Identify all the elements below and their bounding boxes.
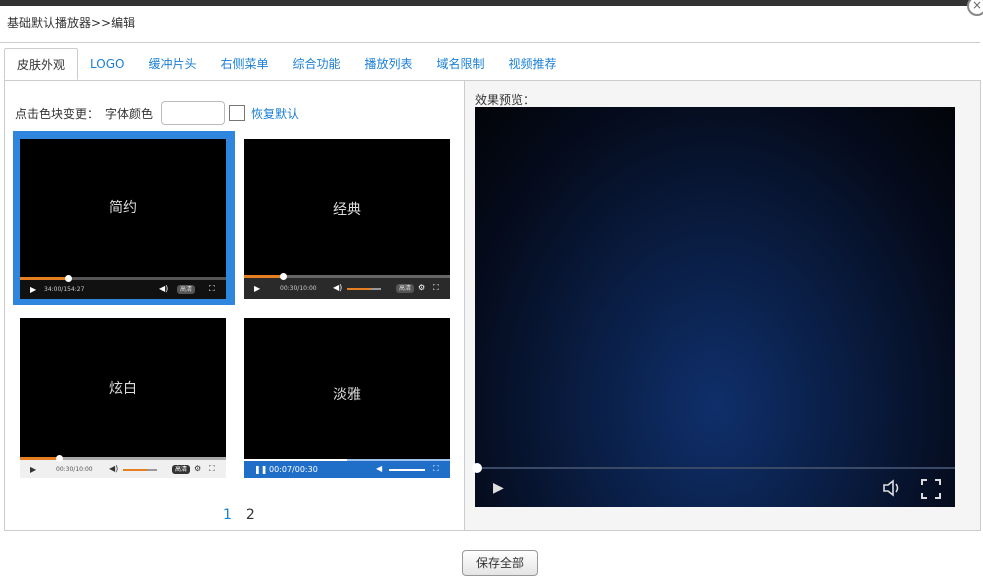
fullscreen-icon: ⛶ — [209, 284, 215, 293]
volume-slider — [123, 469, 157, 471]
tab-playlist[interactable]: 播放列表 — [353, 48, 425, 80]
color-swatch[interactable] — [229, 105, 246, 121]
reset-default-link[interactable]: 恢复默认 — [251, 105, 299, 122]
time-display: 00:07/00:30 — [269, 465, 318, 474]
quality-badge: 高清 — [172, 465, 191, 474]
volume-slider — [347, 288, 381, 290]
skin-name: 炫白 — [109, 381, 137, 397]
volume-fill — [347, 288, 371, 290]
progress-track — [244, 459, 450, 461]
volume-icon[interactable] — [881, 477, 903, 499]
skin-card-classic[interactable]: 经典 ▶ 00:30/10:00 ◀) 高清 ⚙ ⛶ — [244, 139, 450, 299]
skin-name: 简约 — [109, 200, 137, 216]
time-display: 00:30/10:00 — [56, 466, 93, 473]
close-icon[interactable]: × — [967, 0, 983, 16]
volume-fill — [123, 469, 147, 471]
preview-progress-knob[interactable] — [472, 463, 482, 473]
skin-card-white[interactable]: 炫白 ▶ 00:30/10:00 ◀) 高清 ⚙ ⛶ — [20, 318, 226, 478]
skin-name: 经典 — [333, 202, 361, 218]
font-color-row: 点击色块变更： 字体颜色 恢复默认 — [15, 101, 299, 125]
tab-right-menu[interactable]: 右侧菜单 — [208, 48, 280, 80]
quality-badge: 高清 — [177, 285, 196, 294]
tab-bar: 皮肤外观 LOGO 缓冲片头 右侧菜单 综合功能 播放列表 域名限制 视频推荐 — [4, 48, 569, 80]
progress-track — [20, 275, 226, 282]
progress-knob — [65, 275, 72, 282]
progress-fill — [244, 459, 347, 461]
volume-icon: ◀) — [333, 283, 343, 292]
control-bar: ▶ 00:30/10:00 ◀) 高清 ⚙ ⛶ — [244, 273, 450, 299]
fullscreen-icon[interactable] — [921, 479, 941, 499]
skin-name: 淡雅 — [333, 387, 361, 403]
fullscreen-icon: ⛶ — [209, 464, 215, 473]
pause-icon: ❚❚ — [254, 465, 268, 474]
preview-panel: 效果预览： ▶ — [465, 80, 981, 531]
fullscreen-icon: ⛶ — [433, 283, 439, 292]
progress-knob — [280, 273, 287, 280]
play-icon[interactable]: ▶ — [493, 480, 504, 496]
color-hint: 点击色块变更： — [15, 106, 100, 121]
control-bar: ▶ 34:00/154:27 ◀) 高清 ⛶ — [20, 275, 226, 299]
volume-icon: ◀) — [109, 464, 119, 473]
tab-domain-limit[interactable]: 域名限制 — [425, 48, 497, 80]
progress-track — [244, 273, 450, 280]
gear-icon: ⚙ — [418, 283, 426, 292]
skin-card-simple[interactable]: 简约 ▶ 34:00/154:27 ◀) 高清 ⛶ — [20, 139, 226, 299]
fullscreen-icon: ⛶ — [433, 464, 439, 473]
gear-icon: ⚙ — [194, 464, 202, 473]
play-icon: ▶ — [30, 465, 37, 474]
tab-skin[interactable]: 皮肤外观 — [4, 48, 79, 80]
quality-badge: 高清 — [396, 284, 415, 293]
pagination: 1 2 — [223, 507, 255, 523]
progress-track — [20, 455, 226, 462]
tab-video-recommend[interactable]: 视频推荐 — [497, 48, 569, 80]
skin-card-elegant[interactable]: 淡雅 ❚❚ 00:07/00:30 ◀ ⛶ — [244, 318, 450, 478]
page-1[interactable]: 1 — [223, 507, 232, 523]
page-2[interactable]: 2 — [246, 507, 255, 523]
top-bar — [0, 0, 983, 6]
play-icon: ▶ — [254, 284, 261, 293]
breadcrumb: 基础默认播放器>>编辑 — [7, 16, 136, 30]
font-color-label: 字体颜色 — [105, 106, 154, 121]
volume-icon: ◀ — [376, 464, 383, 473]
play-icon: ▶ — [30, 285, 37, 294]
progress-knob — [56, 455, 63, 462]
tab-general[interactable]: 综合功能 — [281, 48, 353, 80]
control-bar: ❚❚ 00:07/00:30 ◀ ⛶ — [244, 459, 450, 478]
time-display: 00:30/10:00 — [280, 285, 317, 292]
preview-player: ▶ — [472, 107, 955, 507]
progress-fill — [20, 457, 60, 460]
control-bar: ▶ 00:30/10:00 ◀) 高清 ⚙ ⛶ — [20, 455, 226, 478]
divider — [0, 42, 980, 43]
volume-slider — [389, 469, 425, 471]
skin-panel: 点击色块变更： 字体颜色 恢复默认 简约 ▶ 34:00/154:27 ◀) 高… — [4, 80, 465, 531]
time-display: 34:00/154:27 — [44, 286, 85, 293]
preview-label: 效果预览： — [475, 93, 536, 107]
tab-buffer-intro[interactable]: 缓冲片头 — [136, 48, 208, 80]
progress-fill — [20, 277, 68, 280]
progress-fill — [244, 275, 284, 278]
preview-progress-track[interactable] — [475, 467, 955, 469]
tab-logo[interactable]: LOGO — [78, 48, 136, 80]
volume-icon: ◀) — [159, 284, 169, 293]
font-color-input[interactable] — [161, 101, 226, 125]
save-all-button[interactable]: 保存全部 — [462, 550, 538, 576]
